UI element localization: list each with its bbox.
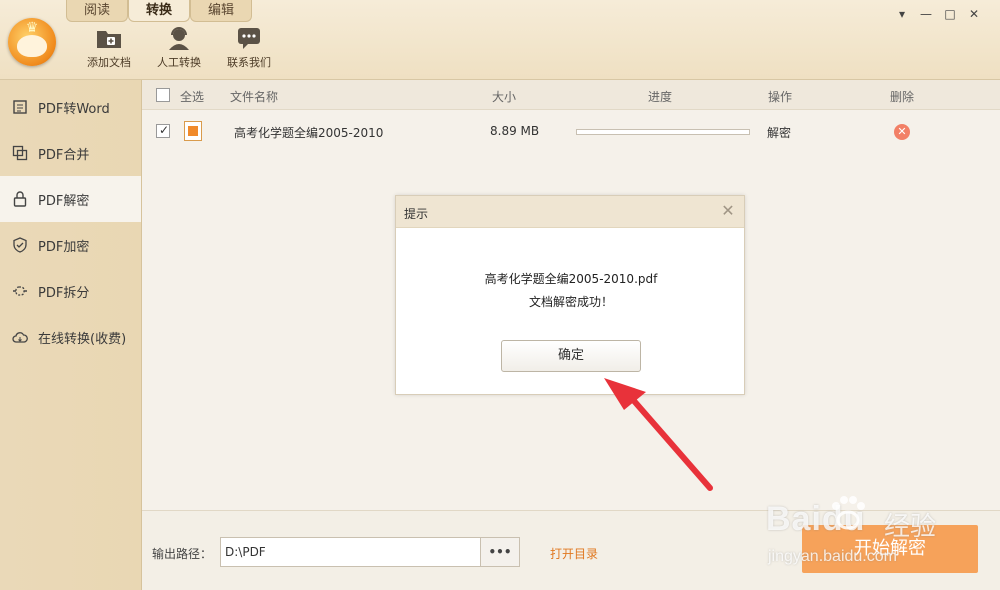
tab-read[interactable]: 阅读 (66, 0, 128, 22)
chat-icon (235, 26, 263, 50)
sidebar-item-label: 在线转换(收费) (38, 331, 127, 347)
sidebar-item-pdf-decrypt[interactable]: PDF解密 (0, 176, 141, 222)
browse-button[interactable]: ••• (480, 537, 520, 567)
toolbar: 添加文档 人工转换 联系我们 (76, 26, 286, 70)
watermark-url: jingyan.baidu.com (768, 548, 897, 565)
dialog-header: 提示 ✕ (396, 196, 744, 228)
sidebar-item-label: PDF加密 (38, 239, 90, 255)
add-document-button[interactable]: 添加文档 (76, 26, 142, 70)
shield-icon (12, 237, 28, 253)
row-progress-bar (576, 129, 750, 135)
delete-icon[interactable]: ✕ (894, 124, 910, 140)
dialog-title: 提示 (404, 207, 429, 221)
column-filename: 文件名称 (230, 90, 279, 104)
row-filename: 高考化学题全编2005-2010 (234, 126, 384, 140)
sidebar: PDF转Word PDF合并 PDF解密 PDF加密 PDF拆分 在线转换(收费… (0, 80, 142, 590)
column-progress: 进度 (648, 90, 673, 104)
split-icon (12, 283, 28, 299)
select-all-checkbox[interactable] (156, 88, 170, 102)
sidebar-item-label: PDF解密 (38, 193, 90, 209)
dialog-message: 文档解密成功！ (528, 295, 613, 309)
table-row[interactable]: 高考化学题全编2005-2010 8.89 MB 解密 ✕ (142, 112, 1000, 152)
sidebar-item-label: PDF转Word (38, 101, 110, 117)
baidu-jingyan-watermark: Baidu 经验 jingyan.baidu.com (760, 492, 990, 582)
contact-us-label: 联系我们 (227, 56, 271, 69)
dialog-close-icon[interactable]: ✕ (720, 203, 736, 219)
output-path-input[interactable]: D:\PDF (220, 537, 482, 567)
window-controls: ▾ — □ ✕ (890, 6, 986, 22)
pdf-file-icon (184, 121, 202, 141)
menu-dropdown-button[interactable]: ▾ (890, 6, 914, 22)
maximize-button[interactable]: □ (938, 6, 962, 22)
sidebar-item-label: PDF拆分 (38, 285, 90, 301)
word-doc-icon (12, 99, 28, 115)
sidebar-item-pdf-merge[interactable]: PDF合并 (0, 130, 141, 176)
sidebar-item-label: PDF合并 (38, 147, 90, 163)
app-logo[interactable]: ♛ (8, 18, 56, 66)
support-person-icon (165, 26, 193, 50)
unlock-icon (12, 191, 28, 207)
row-checkbox[interactable] (156, 123, 170, 138)
column-action: 操作 (768, 90, 793, 104)
main-tabs: 阅读 转换 编辑 (66, 0, 252, 22)
manual-convert-button[interactable]: 人工转换 (146, 26, 212, 70)
table-header: 全选 文件名称 大小 进度 操作 删除 (142, 80, 1000, 110)
add-document-label: 添加文档 (87, 56, 131, 69)
open-directory-link[interactable]: 打开目录 (550, 545, 598, 562)
select-all-label[interactable]: 全选 (180, 88, 204, 105)
row-size: 8.89 MB (490, 124, 540, 138)
crown-icon: ♛ (25, 20, 39, 36)
tab-edit[interactable]: 编辑 (190, 0, 252, 22)
sidebar-item-pdf-to-word[interactable]: PDF转Word (0, 84, 141, 130)
close-button[interactable]: ✕ (962, 6, 986, 22)
top-bar: ♛ 阅读 转换 编辑 添加文档 人工转换 联系我们 ▾ — □ ✕ (0, 0, 1000, 80)
manual-convert-label: 人工转换 (157, 56, 201, 69)
sidebar-item-online-convert[interactable]: 在线转换(收费) (0, 314, 141, 360)
row-action-decrypt[interactable]: 解密 (767, 124, 791, 141)
contact-us-button[interactable]: 联系我们 (216, 26, 282, 70)
dialog-filename: 高考化学题全编2005-2010.pdf (484, 272, 658, 286)
tab-convert[interactable]: 转换 (128, 0, 190, 22)
watermark-cn: 经验 (884, 512, 937, 542)
column-delete: 删除 (890, 90, 915, 104)
output-path-label: 输出路径： (152, 547, 213, 561)
success-dialog: 提示 ✕ 高考化学题全编2005-2010.pdf 文档解密成功！ 确定 (395, 195, 745, 395)
sidebar-item-pdf-split[interactable]: PDF拆分 (0, 268, 141, 314)
mascot-icon (17, 35, 47, 57)
paw-icon (832, 496, 865, 530)
dialog-ok-button[interactable]: 确定 (501, 340, 641, 372)
column-size: 大小 (492, 90, 517, 104)
merge-icon (12, 145, 28, 161)
add-folder-icon (95, 26, 123, 50)
minimize-button[interactable]: — (914, 6, 938, 22)
cloud-icon (12, 329, 28, 345)
sidebar-item-pdf-encrypt[interactable]: PDF加密 (0, 222, 141, 268)
